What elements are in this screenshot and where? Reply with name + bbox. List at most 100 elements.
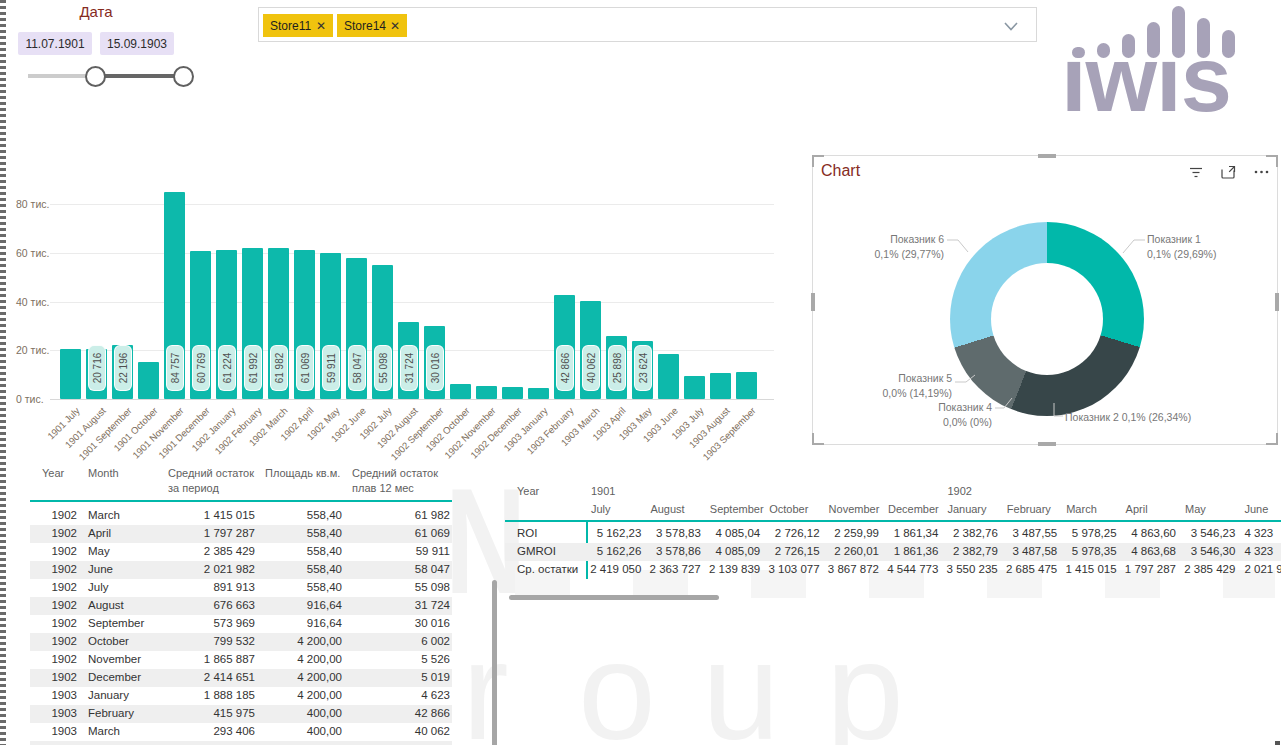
table-row: 1902March1 415 015558,4061 982 <box>30 507 452 525</box>
matrix-row-roi: ROI5 162,233 578,834 085,042 726,122 259… <box>505 525 1281 543</box>
filter-icon[interactable] <box>1189 166 1203 179</box>
matrix-cell: 3 487,58 <box>1002 545 1057 557</box>
bar-value-label: 61 224 <box>218 345 236 391</box>
gridline <box>50 253 774 254</box>
cell-area: 558,40 <box>270 563 342 575</box>
resize-handle-top[interactable] <box>1038 154 1056 158</box>
store-chip-store11[interactable]: Store11 ✕ <box>263 14 333 37</box>
bar-1902-october[interactable] <box>450 384 471 399</box>
table-row: 1902September573 969916,6430 016 <box>30 615 452 633</box>
matrix-cell: 2 726,12 <box>764 527 819 539</box>
cell-year: 1903 <box>30 689 77 701</box>
bar-value-label: 20 716 <box>88 345 106 391</box>
right-table-horizontal-scrollbar[interactable] <box>509 595 719 600</box>
remove-chip-icon[interactable]: ✕ <box>390 19 400 33</box>
bar-value-label: 60 769 <box>192 345 210 391</box>
cell-month: August <box>88 599 124 611</box>
cell-area: 4 200,00 <box>270 635 342 647</box>
table-row-partial <box>30 741 452 745</box>
bar-1903-january[interactable] <box>528 388 549 399</box>
cell-avg-12m: 42 866 <box>360 707 450 719</box>
matrix-cell: 5 978,25 <box>1061 527 1116 539</box>
chart-title: Chart <box>821 162 860 180</box>
row-label: ROI <box>517 527 537 539</box>
bar-value-label: 22 196 <box>114 345 132 391</box>
cell-area: 400,00 <box>270 725 342 737</box>
bar-value-label: 25 898 <box>608 345 626 391</box>
watermark-letter: p <box>826 610 904 745</box>
matrix-month-header: March <box>1066 502 1097 517</box>
more-options-icon[interactable] <box>1254 170 1269 174</box>
matrix-cell: 4 323 <box>1244 527 1273 539</box>
logo-text: ıwıs <box>1061 27 1231 132</box>
donut-slice-label-s4: Показник 40,0% (0%) <box>872 400 992 429</box>
resize-handle-left[interactable] <box>811 293 815 311</box>
y-axis-tick-label: 0 тис. <box>16 393 54 405</box>
cell-avg-12m: 59 911 <box>360 545 450 557</box>
date-slider-handle-start[interactable] <box>85 66 106 87</box>
cell-year: 1902 <box>30 617 77 629</box>
table-row: 1902October799 5324 200,006 002 <box>30 633 452 651</box>
matrix-month-header: September <box>710 502 764 517</box>
cell-avg-12m: 61 982 <box>360 509 450 521</box>
bar-value-label: 84 757 <box>166 345 184 391</box>
watermark-letter: u <box>702 610 780 745</box>
matrix-cell: 4 863,60 <box>1121 527 1176 539</box>
bar-value-label: 23 624 <box>634 345 652 391</box>
bar-value-label: 55 098 <box>374 345 392 391</box>
cell-avg-12m: 4 623 <box>360 689 450 701</box>
table-row: 1902November1 865 8874 200,005 526 <box>30 651 452 669</box>
resize-handle-right[interactable] <box>1275 293 1279 311</box>
bar-1903-june[interactable] <box>658 354 679 399</box>
chevron-down-icon[interactable] <box>1004 22 1018 31</box>
cell-avg-balance: 1 415 015 <box>130 509 255 521</box>
resize-handle-bottom[interactable] <box>1038 442 1056 446</box>
matrix-cell: 5 162,23 <box>586 527 641 539</box>
date-slider-handle-end[interactable] <box>173 66 194 87</box>
matrix-cell: 1 861,34 <box>883 527 938 539</box>
store-multiselect-dropdown[interactable]: Store11 ✕ Store14 ✕ <box>258 7 1037 42</box>
cell-avg-12m: 6 002 <box>360 635 450 647</box>
matrix-cell: 4 544 773 <box>883 563 938 575</box>
balance-table-visual: YearMonthСредний остатокза периодПлощадь… <box>30 460 492 745</box>
bar-1901-october[interactable] <box>138 362 159 399</box>
date-end-value[interactable]: 15.09.1903 <box>100 32 174 55</box>
remove-chip-icon[interactable]: ✕ <box>316 19 326 33</box>
matrix-month-header: February <box>1007 502 1051 517</box>
store-chip-store14[interactable]: Store14 ✕ <box>337 14 407 37</box>
bar-1903-august[interactable] <box>710 373 731 399</box>
date-start-value[interactable]: 11.07.1901 <box>18 32 92 55</box>
cell-area: 916,64 <box>270 617 342 629</box>
watermark-letter: o <box>578 610 656 745</box>
left-table-vertical-scrollbar[interactable] <box>492 580 497 745</box>
page-resize-corner <box>1275 741 1280 745</box>
bar-1903-september[interactable] <box>736 372 757 399</box>
matrix-cell: 2 363 727 <box>645 563 700 575</box>
roi-matrix-visual: Year19011902JulyAugustSeptemberOctoberNo… <box>505 470 1281 600</box>
bar-1901-july[interactable] <box>60 349 81 399</box>
cell-month: May <box>88 545 110 557</box>
cell-avg-balance: 799 532 <box>130 635 255 647</box>
matrix-cell: 1 415 015 <box>1061 563 1116 575</box>
bar-1903-july[interactable] <box>684 376 705 399</box>
bar-1902-december[interactable] <box>502 387 523 399</box>
cell-month: February <box>88 707 134 719</box>
gridline <box>50 204 774 205</box>
bar-value-label: 58 047 <box>348 345 366 391</box>
cell-year: 1902 <box>30 563 77 575</box>
table-row: 1902June2 021 982558,4058 047 <box>30 561 452 579</box>
store-chip-label: Store11 <box>270 19 311 33</box>
bar-1902-november[interactable] <box>476 386 497 399</box>
store-chip-label: Store14 <box>344 19 386 33</box>
focus-mode-icon[interactable] <box>1221 165 1236 179</box>
cell-month: June <box>88 563 113 575</box>
donut-chart-visual[interactable]: Chart Показник 10,1% (29,6 <box>812 155 1278 445</box>
matrix-cell: 4 863,68 <box>1121 545 1176 557</box>
date-slider-selected-range[interactable] <box>95 74 183 78</box>
cell-avg-balance: 2 385 429 <box>130 545 255 557</box>
matrix-row-сростатки: Ср. остатки2 419 0502 363 7272 139 8393 … <box>505 561 1281 579</box>
left-table-header: Year <box>42 466 64 481</box>
bar-value-label: 40 062 <box>582 345 600 391</box>
matrix-month-header: July <box>591 502 611 517</box>
cell-avg-balance: 293 406 <box>130 725 255 737</box>
